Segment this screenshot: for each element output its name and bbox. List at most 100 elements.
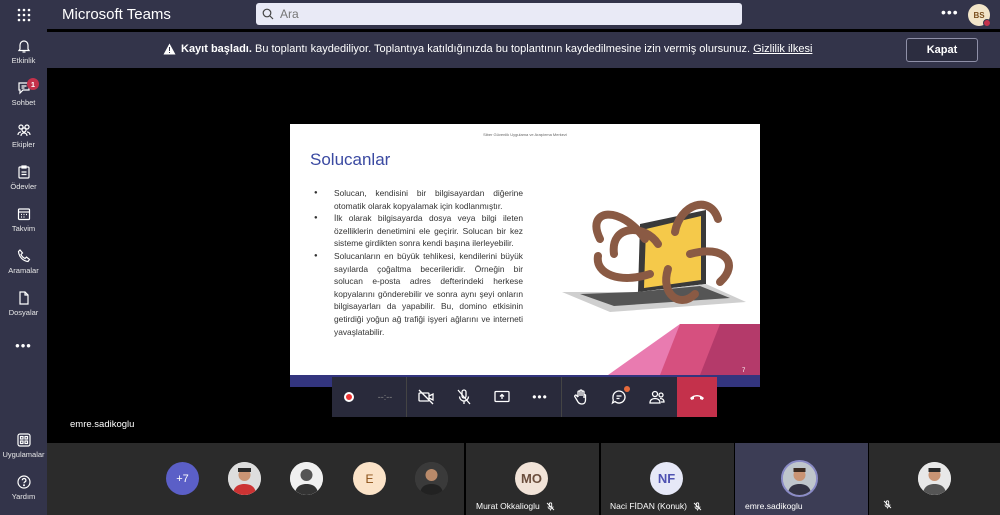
hand-icon [574,389,587,405]
phone-icon [17,248,30,262]
rail-item-apps[interactable]: Uygulamalar [0,425,47,465]
search-box[interactable] [256,3,742,25]
person-photo-icon [415,462,448,495]
share-tray-icon [494,390,510,403]
mic-off-icon [546,502,555,511]
slide-bullet: Solucan, kendisini bir bilgisayardan diğ… [312,187,523,212]
person-photo-icon [783,462,816,495]
help-icon [16,474,31,489]
rail-item-teams[interactable]: Ekipler [0,115,47,155]
slide-bullet: İlk olarak bilgisayarda dosya veya bilgi… [312,212,523,250]
participant-strip: +7 E MO Murat Okkalioglu NF Naci FİDAN (… [47,443,1000,515]
mic-off-icon [457,389,471,405]
rail-item-assignments[interactable]: Ödevler [0,157,47,197]
participant-avatar[interactable] [228,462,261,495]
participant-name: emre.sadikoglu [745,501,803,511]
mic-off-icon [883,500,892,509]
participant-name: Murat Okkalioglu [476,501,555,511]
slide-bullet: Solucanların en büyük tehlikesi, kendile… [312,250,523,338]
more-icon: ••• [15,337,32,353]
hang-up-icon [690,395,704,400]
participant-tile[interactable]: MO Murat Okkalioglu [466,443,599,515]
apps-icon [16,432,31,447]
rail-more-apps[interactable]: ••• [0,325,47,365]
app-launcher-icon[interactable] [0,0,47,29]
slide-header: Siber Güvenlik Uygulama ve Araştırma Mer… [483,132,567,137]
shared-slide: Siber Güvenlik Uygulama ve Araştırma Mer… [290,124,760,387]
rail-label: Ekipler [12,139,35,149]
participant-avatar[interactable] [290,462,323,495]
participant-tile[interactable]: NF Naci FİDAN (Konuk) [601,443,734,515]
rail-item-calls[interactable]: Aramalar [0,241,47,281]
worm-laptop-illustration [562,200,760,375]
participant-name: Naci FİDAN (Konuk) [610,501,702,511]
chat-unread-badge: 1 [27,78,39,90]
rail-label: Uygulamalar [2,449,45,459]
app-title: Microsoft Teams [62,6,171,23]
participant-tile[interactable] [869,443,1000,515]
slide-title: Solucanlar [310,150,391,169]
leave-call-button[interactable] [677,377,717,417]
teams-icon [16,123,31,136]
search-input[interactable] [280,7,720,21]
rail-item-chat[interactable]: Sohbet 1 [0,73,47,113]
participants-button[interactable] [638,377,676,417]
more-icon: ••• [532,390,548,404]
person-photo-icon [918,462,951,495]
rail-label: Sohbet [11,97,36,107]
search-icon [262,8,274,20]
privacy-link[interactable]: Gizlilik ilkesi [753,43,812,55]
rail-label: Dosyalar [8,307,39,317]
active-speaker-name: emre.sadikoglu [70,419,135,430]
recording-banner: Kayıt başladı. Bu toplantı kaydediliyor.… [47,32,1000,68]
profile-avatar[interactable]: BS [968,4,991,27]
mic-toggle-button[interactable] [445,377,483,417]
meeting-controls: --:-- ••• [332,377,717,417]
overflow-participants-button[interactable]: +7 [166,462,199,495]
person-photo-icon [290,462,323,495]
rail-label: Takvim [11,223,36,233]
meeting-timer: --:-- [377,392,393,402]
record-icon [344,392,354,402]
person-photo-icon [228,462,261,495]
rail-label: Etkinlik [11,55,36,65]
slide-bullets: Solucan, kendisini bir bilgisayardan diğ… [312,187,523,338]
banner-body: Bu toplantı kaydediliyor. Toplantıya kat… [251,43,754,55]
raise-hand-button[interactable] [562,377,600,417]
banner-message: Kayıt başladı. Bu toplantı kaydediliyor.… [181,43,812,55]
camera-off-icon [418,389,434,405]
more-options-icon[interactable]: ••• [941,4,959,20]
rail-item-activity[interactable]: Etkinlik [0,31,47,71]
bell-icon [17,39,30,53]
rail-item-files[interactable]: Dosyalar [0,283,47,323]
banner-bold: Kayıt başladı. [181,43,252,55]
chat-notification-dot [624,386,630,392]
rail-label: Yardım [11,491,36,501]
warning-icon [163,43,176,55]
mic-off-icon [694,502,702,511]
camera-toggle-button[interactable] [407,377,445,417]
file-icon [18,290,29,305]
participant-avatar [918,462,951,495]
meeting-chat-button[interactable] [600,377,638,417]
participant-initials: NF [650,462,683,495]
people-icon [649,390,665,404]
participant-tile[interactable]: emre.sadikoglu [735,443,868,515]
rail-item-calendar[interactable]: Takvim [0,199,47,239]
participant-mic-status [883,500,892,511]
participant-avatar[interactable]: E [353,462,386,495]
close-banner-button[interactable]: Kapat [906,38,978,62]
presence-indicator [983,19,991,27]
recording-indicator [332,377,366,417]
rail-label: Aramalar [8,265,39,275]
participant-avatar[interactable] [415,462,448,495]
slide-page-number: 7 [742,368,746,374]
share-screen-button[interactable] [483,377,521,417]
rail-item-help[interactable]: Yardım [0,467,47,507]
more-actions-button[interactable]: ••• [521,377,559,417]
rail-label: Ödevler [10,181,37,191]
participant-avatar [781,460,818,497]
calendar-icon [17,207,30,220]
assignments-icon [17,164,30,179]
participant-initials: MO [515,462,548,495]
